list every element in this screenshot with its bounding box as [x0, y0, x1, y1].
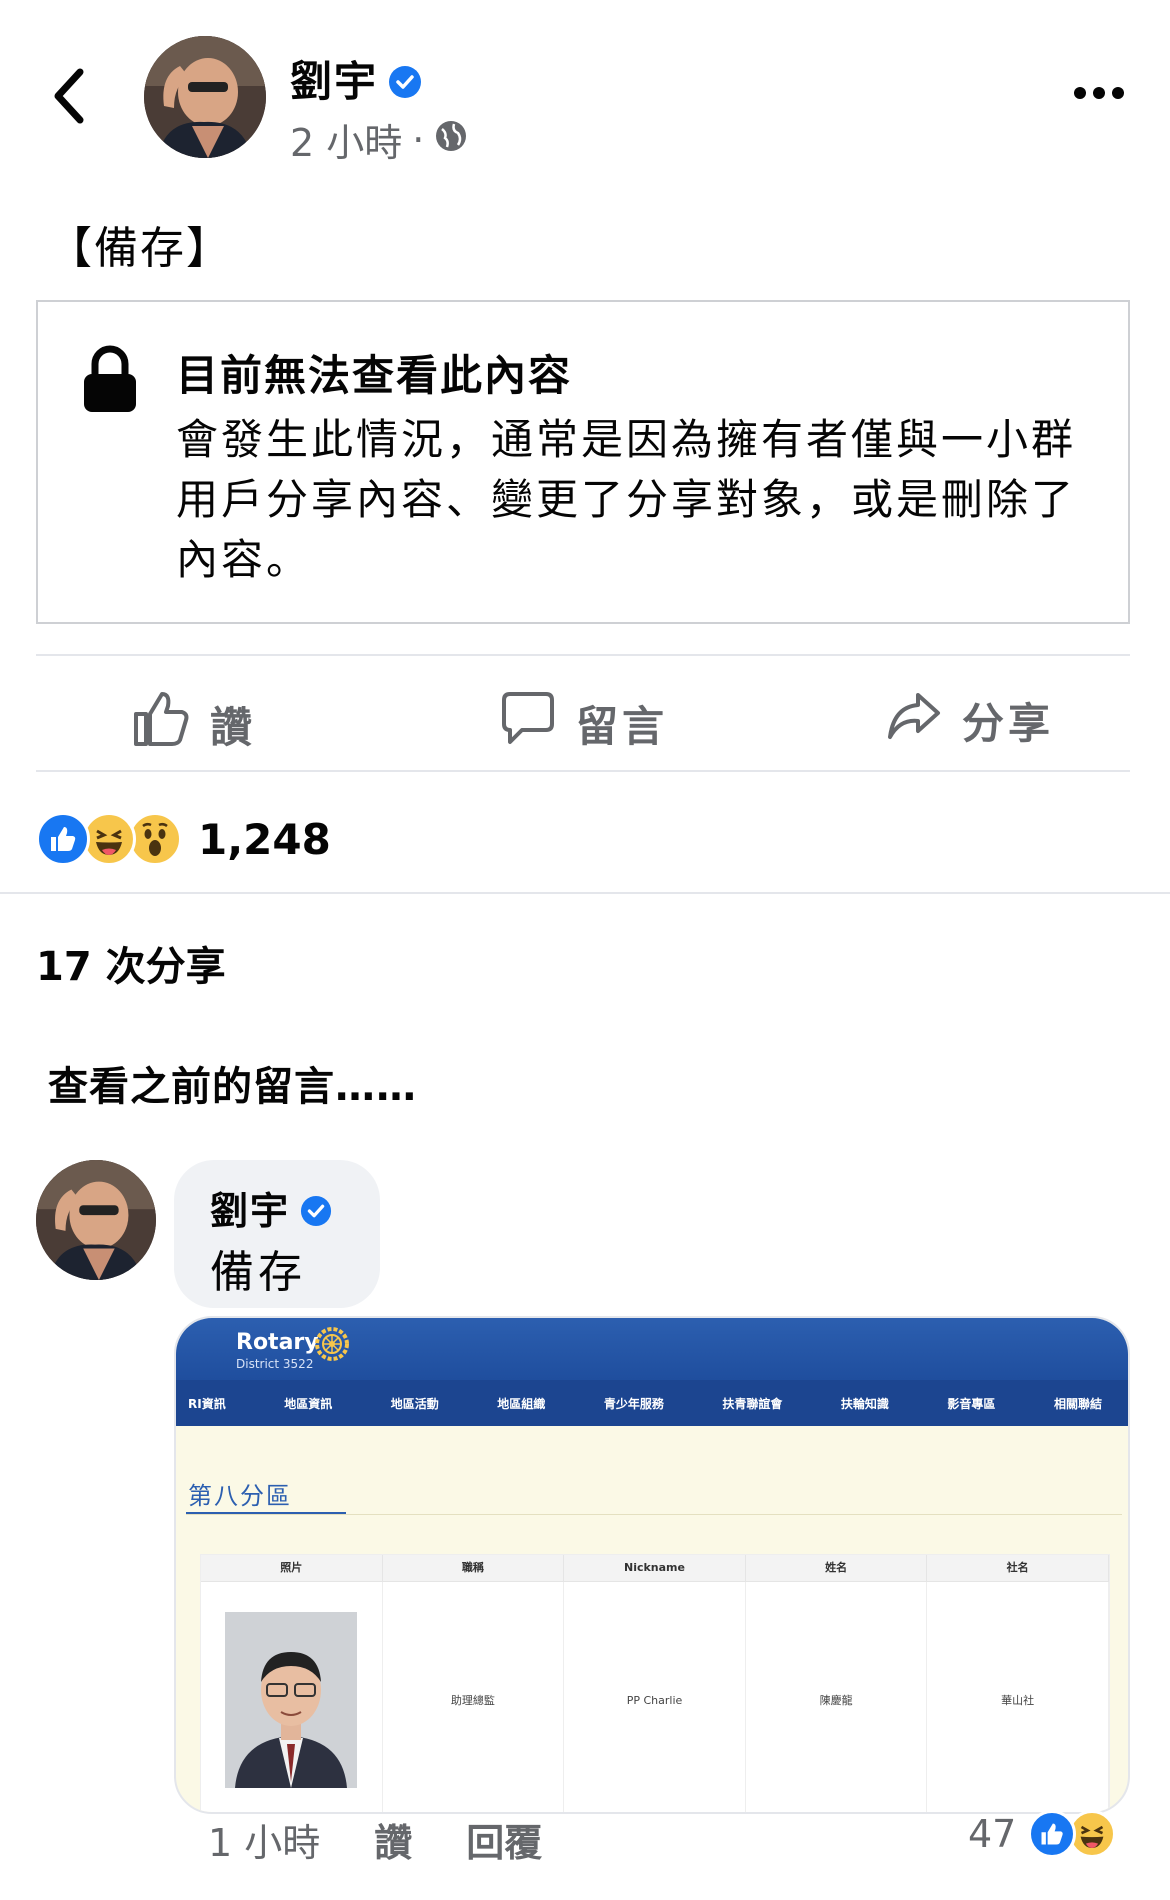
comment-label: 留言	[576, 701, 669, 751]
commenter-avatar[interactable]	[36, 1160, 156, 1280]
nav-item: 地區活動	[390, 1396, 439, 1411]
member-table: 照片 職稱 Nickname 姓名 社名 助理總監 PP Charlie 陳慶龍…	[200, 1554, 1110, 1812]
rotary-logo-name: Rotary	[236, 1330, 319, 1355]
comment-actions: 1 小時 讚 回覆	[208, 1812, 542, 1867]
rotary-nav: RI資訊 地區資訊 地區活動 地區組織 青少年服務 扶青聯誼會 扶輪知識 影音專…	[176, 1380, 1128, 1426]
table-header-cell: 職稱	[383, 1555, 565, 1581]
nav-item: 青少年服務	[603, 1396, 664, 1411]
like-icon	[1028, 1810, 1077, 1858]
verified-badge-icon	[300, 1192, 332, 1236]
comment-icon	[500, 690, 556, 756]
table-header: 照片 職稱 Nickname 姓名 社名	[201, 1555, 1109, 1582]
table-row: 助理總監 PP Charlie 陳慶龍 華山社	[201, 1582, 1109, 1812]
comment-author-name[interactable]: 劉宇	[210, 1189, 290, 1233]
view-previous-comments-link[interactable]: 查看之前的留言……	[48, 1054, 417, 1112]
region-title: 第八分區	[188, 1482, 292, 1510]
rotary-wheel-icon	[314, 1326, 350, 1366]
comment-reactions[interactable]: 47	[968, 1810, 1117, 1858]
nav-item: 地區資訊	[284, 1396, 333, 1411]
share-count[interactable]: 17 次分享	[36, 934, 226, 992]
comment-time[interactable]: 1 小時	[208, 1812, 320, 1867]
globe-icon	[434, 118, 468, 162]
share-icon	[886, 691, 942, 751]
unavailable-body: 會發生此情況，通常是因為擁有者僅與一小群用戶分享內容、變更了分享對象，或是刪除了…	[176, 415, 1077, 584]
meta-separator: ·	[412, 117, 425, 162]
author-name-text[interactable]: 劉宇	[290, 57, 378, 106]
nav-item: 地區組織	[497, 1396, 546, 1411]
divider	[186, 1514, 1122, 1515]
nav-item: 影音專區	[947, 1396, 996, 1411]
author-name[interactable]: 劉宇	[290, 48, 422, 109]
rotary-logo: Rotary District 3522	[236, 1330, 319, 1371]
like-label: 讚	[210, 702, 257, 752]
like-icon	[36, 812, 90, 866]
post-text: 【備存】	[48, 223, 232, 274]
author-avatar[interactable]	[144, 36, 266, 158]
region-underline	[186, 1512, 346, 1514]
divider	[36, 654, 1130, 656]
comment-text: 備存	[210, 1247, 306, 1298]
thumbs-up-icon	[132, 690, 190, 758]
title-cell: 助理總監	[383, 1582, 565, 1812]
table-header-cell: Nickname	[564, 1555, 746, 1581]
haha-icon	[82, 812, 136, 866]
comment-like-button[interactable]: 讚	[374, 1812, 412, 1867]
table-header-cell: 照片	[201, 1555, 383, 1581]
member-photo	[225, 1612, 358, 1788]
nav-item: 扶青聯誼會	[722, 1396, 783, 1411]
like-button[interactable]: 讚	[132, 690, 256, 758]
share-button[interactable]: 分享	[886, 690, 1054, 751]
share-label: 分享	[962, 699, 1055, 748]
comment-reaction-count: 47	[968, 1812, 1017, 1856]
more-options-icon[interactable]	[1072, 80, 1126, 106]
unavailable-title: 目前無法查看此內容	[176, 351, 573, 400]
nickname-cell: PP Charlie	[564, 1582, 746, 1812]
comment-reply-button[interactable]: 回覆	[466, 1812, 542, 1867]
comment-author[interactable]: 劉宇	[210, 1180, 332, 1236]
reaction-count[interactable]: 1,248	[198, 815, 331, 864]
nav-item: RI資訊	[188, 1396, 226, 1411]
rotary-logo-sub: District 3522	[236, 1357, 314, 1371]
photo-cell	[201, 1582, 383, 1812]
divider	[36, 770, 1130, 772]
table-header-cell: 姓名	[746, 1555, 928, 1581]
post-meta: 2 小時 ·	[290, 112, 468, 167]
comment-button[interactable]: 留言	[500, 690, 668, 756]
comment-image-attachment[interactable]: Rotary District 3522 RI資訊 地區資訊 地區活動 地區組織…	[174, 1316, 1130, 1814]
verified-badge-icon	[388, 60, 422, 109]
lock-icon	[82, 344, 138, 414]
post-time[interactable]: 2 小時	[290, 112, 402, 167]
club-cell: 華山社	[927, 1582, 1109, 1812]
section-divider	[0, 892, 1170, 894]
name-cell: 陳慶龍	[746, 1582, 928, 1812]
nav-item: 相關聯結	[1053, 1396, 1102, 1411]
back-icon[interactable]	[48, 66, 88, 126]
table-header-cell: 社名	[927, 1555, 1109, 1581]
reactions-summary[interactable]: 1,248	[36, 812, 331, 866]
nav-item: 扶輪知識	[840, 1396, 889, 1411]
wow-icon	[128, 812, 182, 866]
rotary-header: Rotary District 3522	[176, 1318, 1128, 1380]
